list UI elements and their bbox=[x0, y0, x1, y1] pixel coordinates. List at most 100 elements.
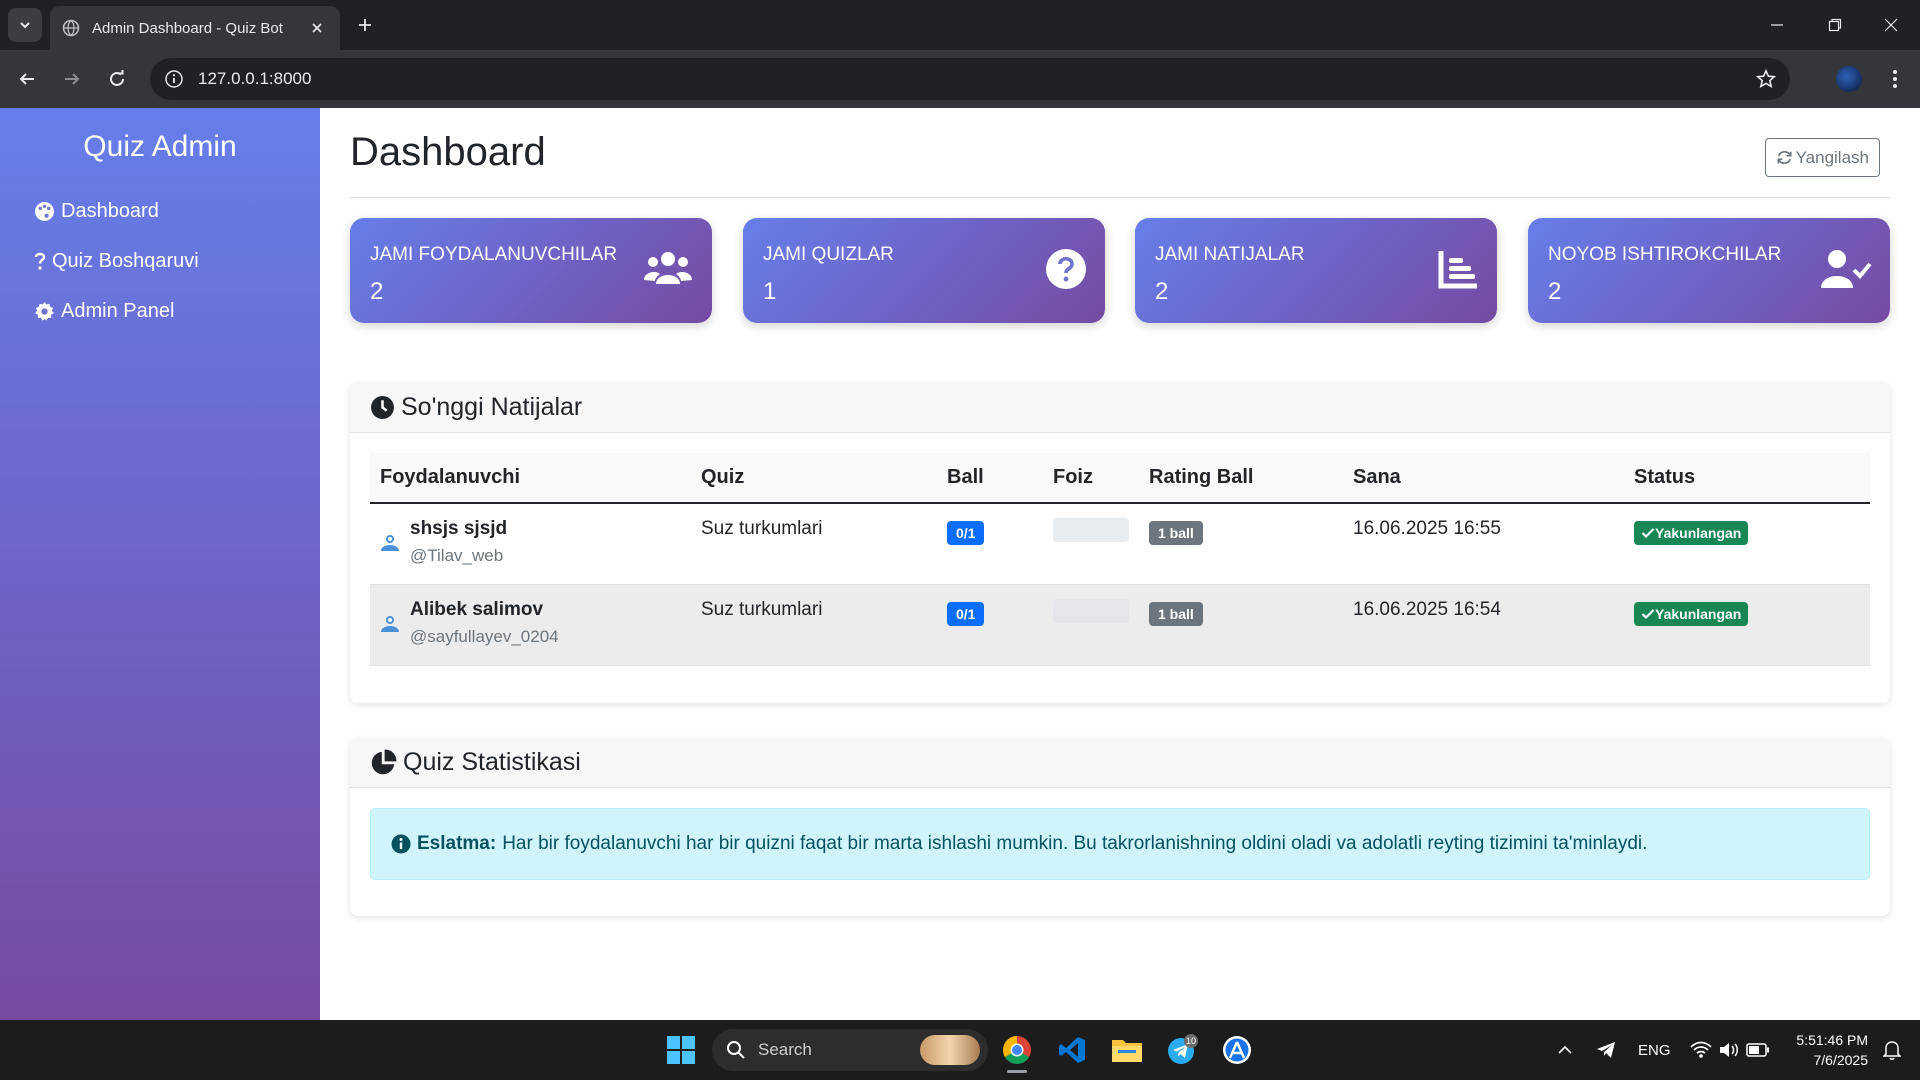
reload-icon bbox=[110, 70, 124, 86]
close-window-button[interactable] bbox=[1862, 0, 1920, 50]
globe-icon bbox=[62, 19, 80, 37]
info-icon[interactable] bbox=[164, 69, 184, 89]
card-header: Quiz Statistikasi bbox=[350, 738, 1890, 788]
taskbar-clock[interactable]: 5:51:46 PM 7/6/2025 bbox=[1796, 1030, 1868, 1070]
users-icon bbox=[644, 252, 692, 284]
browser-tabstrip: Admin Dashboard - Quiz Bot bbox=[0, 0, 1920, 50]
status-label: Yakunlangan bbox=[1655, 525, 1742, 541]
stat-label: JAMI FOYDALANUVCHILAR bbox=[370, 244, 618, 265]
close-icon bbox=[1884, 18, 1898, 32]
language-indicator[interactable]: ENG bbox=[1638, 1042, 1671, 1059]
minimize-icon bbox=[1771, 24, 1783, 26]
wifi-icon bbox=[1690, 1041, 1712, 1058]
address-bar[interactable]: 127.0.0.1:8000 bbox=[150, 58, 1790, 100]
page: Quiz Admin Dashboard Quiz Boshqaruvi Adm… bbox=[0, 108, 1920, 1020]
rating-cell: 1 ball bbox=[1139, 584, 1343, 666]
notifications-button[interactable] bbox=[1872, 1030, 1912, 1070]
percent-progress-bar bbox=[1053, 518, 1129, 542]
card-header: So'nggi Natijalar bbox=[350, 383, 1890, 433]
taskbar-chrome[interactable] bbox=[997, 1030, 1037, 1070]
stat-card-unique-participants: NOYOB ISHTIROKCHILAR 2 bbox=[1528, 218, 1890, 323]
tray-telegram[interactable] bbox=[1586, 1030, 1626, 1070]
card-title: So'nggi Natijalar bbox=[401, 393, 583, 421]
search-highlight-image bbox=[920, 1035, 980, 1065]
table-row[interactable]: shsjs sjsjd @Tilav_web Suz turkumlari 0/… bbox=[370, 503, 1870, 585]
card-title: Quiz Statistikasi bbox=[403, 748, 581, 776]
tab-search-button[interactable] bbox=[8, 8, 42, 42]
bookmark-star-icon[interactable] bbox=[1756, 69, 1776, 89]
stat-label: NOYOB ISHTIROKCHILAR bbox=[1548, 244, 1782, 265]
profile-avatar[interactable] bbox=[1836, 66, 1862, 92]
pie-chart-icon bbox=[371, 749, 397, 775]
column-header: Foiz bbox=[1043, 453, 1139, 504]
new-tab-button[interactable] bbox=[350, 10, 380, 40]
plus-icon bbox=[359, 19, 371, 31]
column-header: Sana bbox=[1343, 453, 1624, 504]
check-icon bbox=[1641, 608, 1655, 619]
brand-title: Quiz Admin bbox=[83, 130, 237, 163]
tab-close-button[interactable] bbox=[306, 17, 328, 39]
telegram-badge: 10 bbox=[1186, 1036, 1196, 1046]
gear-icon bbox=[35, 301, 54, 321]
info-alert: Eslatma: Har bir foydalanuvchi har bir q… bbox=[370, 808, 1870, 880]
rating-badge: 1 ball bbox=[1149, 601, 1203, 626]
question-circle-icon bbox=[1046, 249, 1086, 289]
taskbar-app-store[interactable] bbox=[1217, 1030, 1257, 1070]
alert-label: Eslatma: bbox=[417, 833, 497, 854]
main-content: Dashboard Yangilash JAMI FOYDALANUVCHILA… bbox=[350, 108, 1890, 1020]
user-handle: @Tilav_web bbox=[410, 546, 504, 565]
start-button[interactable] bbox=[661, 1030, 701, 1070]
user-avatar-icon bbox=[381, 615, 399, 632]
reload-button[interactable] bbox=[100, 62, 134, 96]
sidebar-item-dashboard[interactable]: Dashboard bbox=[0, 186, 320, 236]
refresh-button[interactable]: Yangilash bbox=[1764, 138, 1880, 177]
sidebar-item-quiz-boshqaruvi[interactable]: Quiz Boshqaruvi bbox=[0, 236, 320, 286]
foiz-cell bbox=[1043, 584, 1139, 666]
forward-button[interactable] bbox=[55, 62, 89, 96]
stat-card-total-users: JAMI FOYDALANUVCHILAR 2 bbox=[350, 218, 712, 323]
info-circle-icon bbox=[391, 834, 411, 854]
back-button[interactable] bbox=[10, 62, 44, 96]
status-badge: Yakunlangan bbox=[1634, 601, 1749, 626]
table-header-row: Foydalanuvchi Quiz Ball Foiz Rating Ball… bbox=[370, 453, 1870, 504]
clock-date: 7/6/2025 bbox=[1813, 1052, 1869, 1068]
minimize-button[interactable] bbox=[1748, 0, 1806, 50]
ball-cell: 0/1 bbox=[937, 584, 1043, 666]
taskbar-vscode[interactable] bbox=[1052, 1030, 1092, 1070]
ball-cell: 0/1 bbox=[937, 503, 1043, 585]
taskbar-search[interactable]: Search bbox=[712, 1029, 988, 1071]
url-text: 127.0.0.1:8000 bbox=[198, 69, 312, 88]
show-hidden-icons-button[interactable] bbox=[1545, 1030, 1585, 1070]
column-header: Ball bbox=[937, 453, 1043, 504]
recent-results-card: So'nggi Natijalar Foydalanuvchi Quiz Bal… bbox=[350, 383, 1890, 703]
percent-progress-bar bbox=[1053, 598, 1129, 623]
search-icon bbox=[727, 1041, 745, 1059]
table-row[interactable]: Alibek salimov @sayfullayev_0204 Suz tur… bbox=[370, 584, 1870, 666]
bar-chart-icon bbox=[1438, 251, 1477, 289]
column-header: Status bbox=[1624, 453, 1870, 504]
browser-tab[interactable]: Admin Dashboard - Quiz Bot bbox=[50, 6, 340, 50]
sidebar-item-label: Quiz Boshqaruvi bbox=[52, 249, 199, 272]
telegram-icon: 10 bbox=[1168, 1034, 1198, 1064]
ball-badge: 0/1 bbox=[947, 601, 985, 626]
rating-cell: 1 ball bbox=[1139, 503, 1343, 585]
stat-card-total-quizzes: JAMI QUIZLAR 1 bbox=[743, 218, 1105, 323]
windows-logo-icon bbox=[667, 1036, 695, 1064]
taskbar-telegram[interactable]: 10 bbox=[1162, 1030, 1202, 1070]
taskbar-file-explorer[interactable] bbox=[1107, 1030, 1147, 1070]
sidebar-item-admin-panel[interactable]: Admin Panel bbox=[0, 286, 320, 336]
arrow-right-icon bbox=[65, 73, 80, 85]
search-placeholder: Search bbox=[758, 1040, 812, 1059]
alert-text: Har bir foydalanuvchi har bir quizni faq… bbox=[502, 833, 1648, 854]
date-cell: 16.06.2025 16:55 bbox=[1343, 503, 1624, 585]
refresh-label: Yangilash bbox=[1795, 147, 1869, 167]
user-cell: shsjs sjsjd @Tilav_web bbox=[370, 503, 691, 585]
sidebar: Quiz Admin Dashboard Quiz Boshqaruvi Adm… bbox=[0, 108, 320, 1020]
restore-button[interactable] bbox=[1806, 0, 1864, 50]
question-icon bbox=[34, 252, 46, 270]
browser-menu-button[interactable] bbox=[1878, 62, 1912, 96]
system-tray-status[interactable] bbox=[1680, 1030, 1780, 1070]
stat-value: 2 bbox=[1155, 278, 1169, 305]
status-cell: Yakunlangan bbox=[1624, 584, 1870, 666]
refresh-icon bbox=[1777, 150, 1792, 165]
